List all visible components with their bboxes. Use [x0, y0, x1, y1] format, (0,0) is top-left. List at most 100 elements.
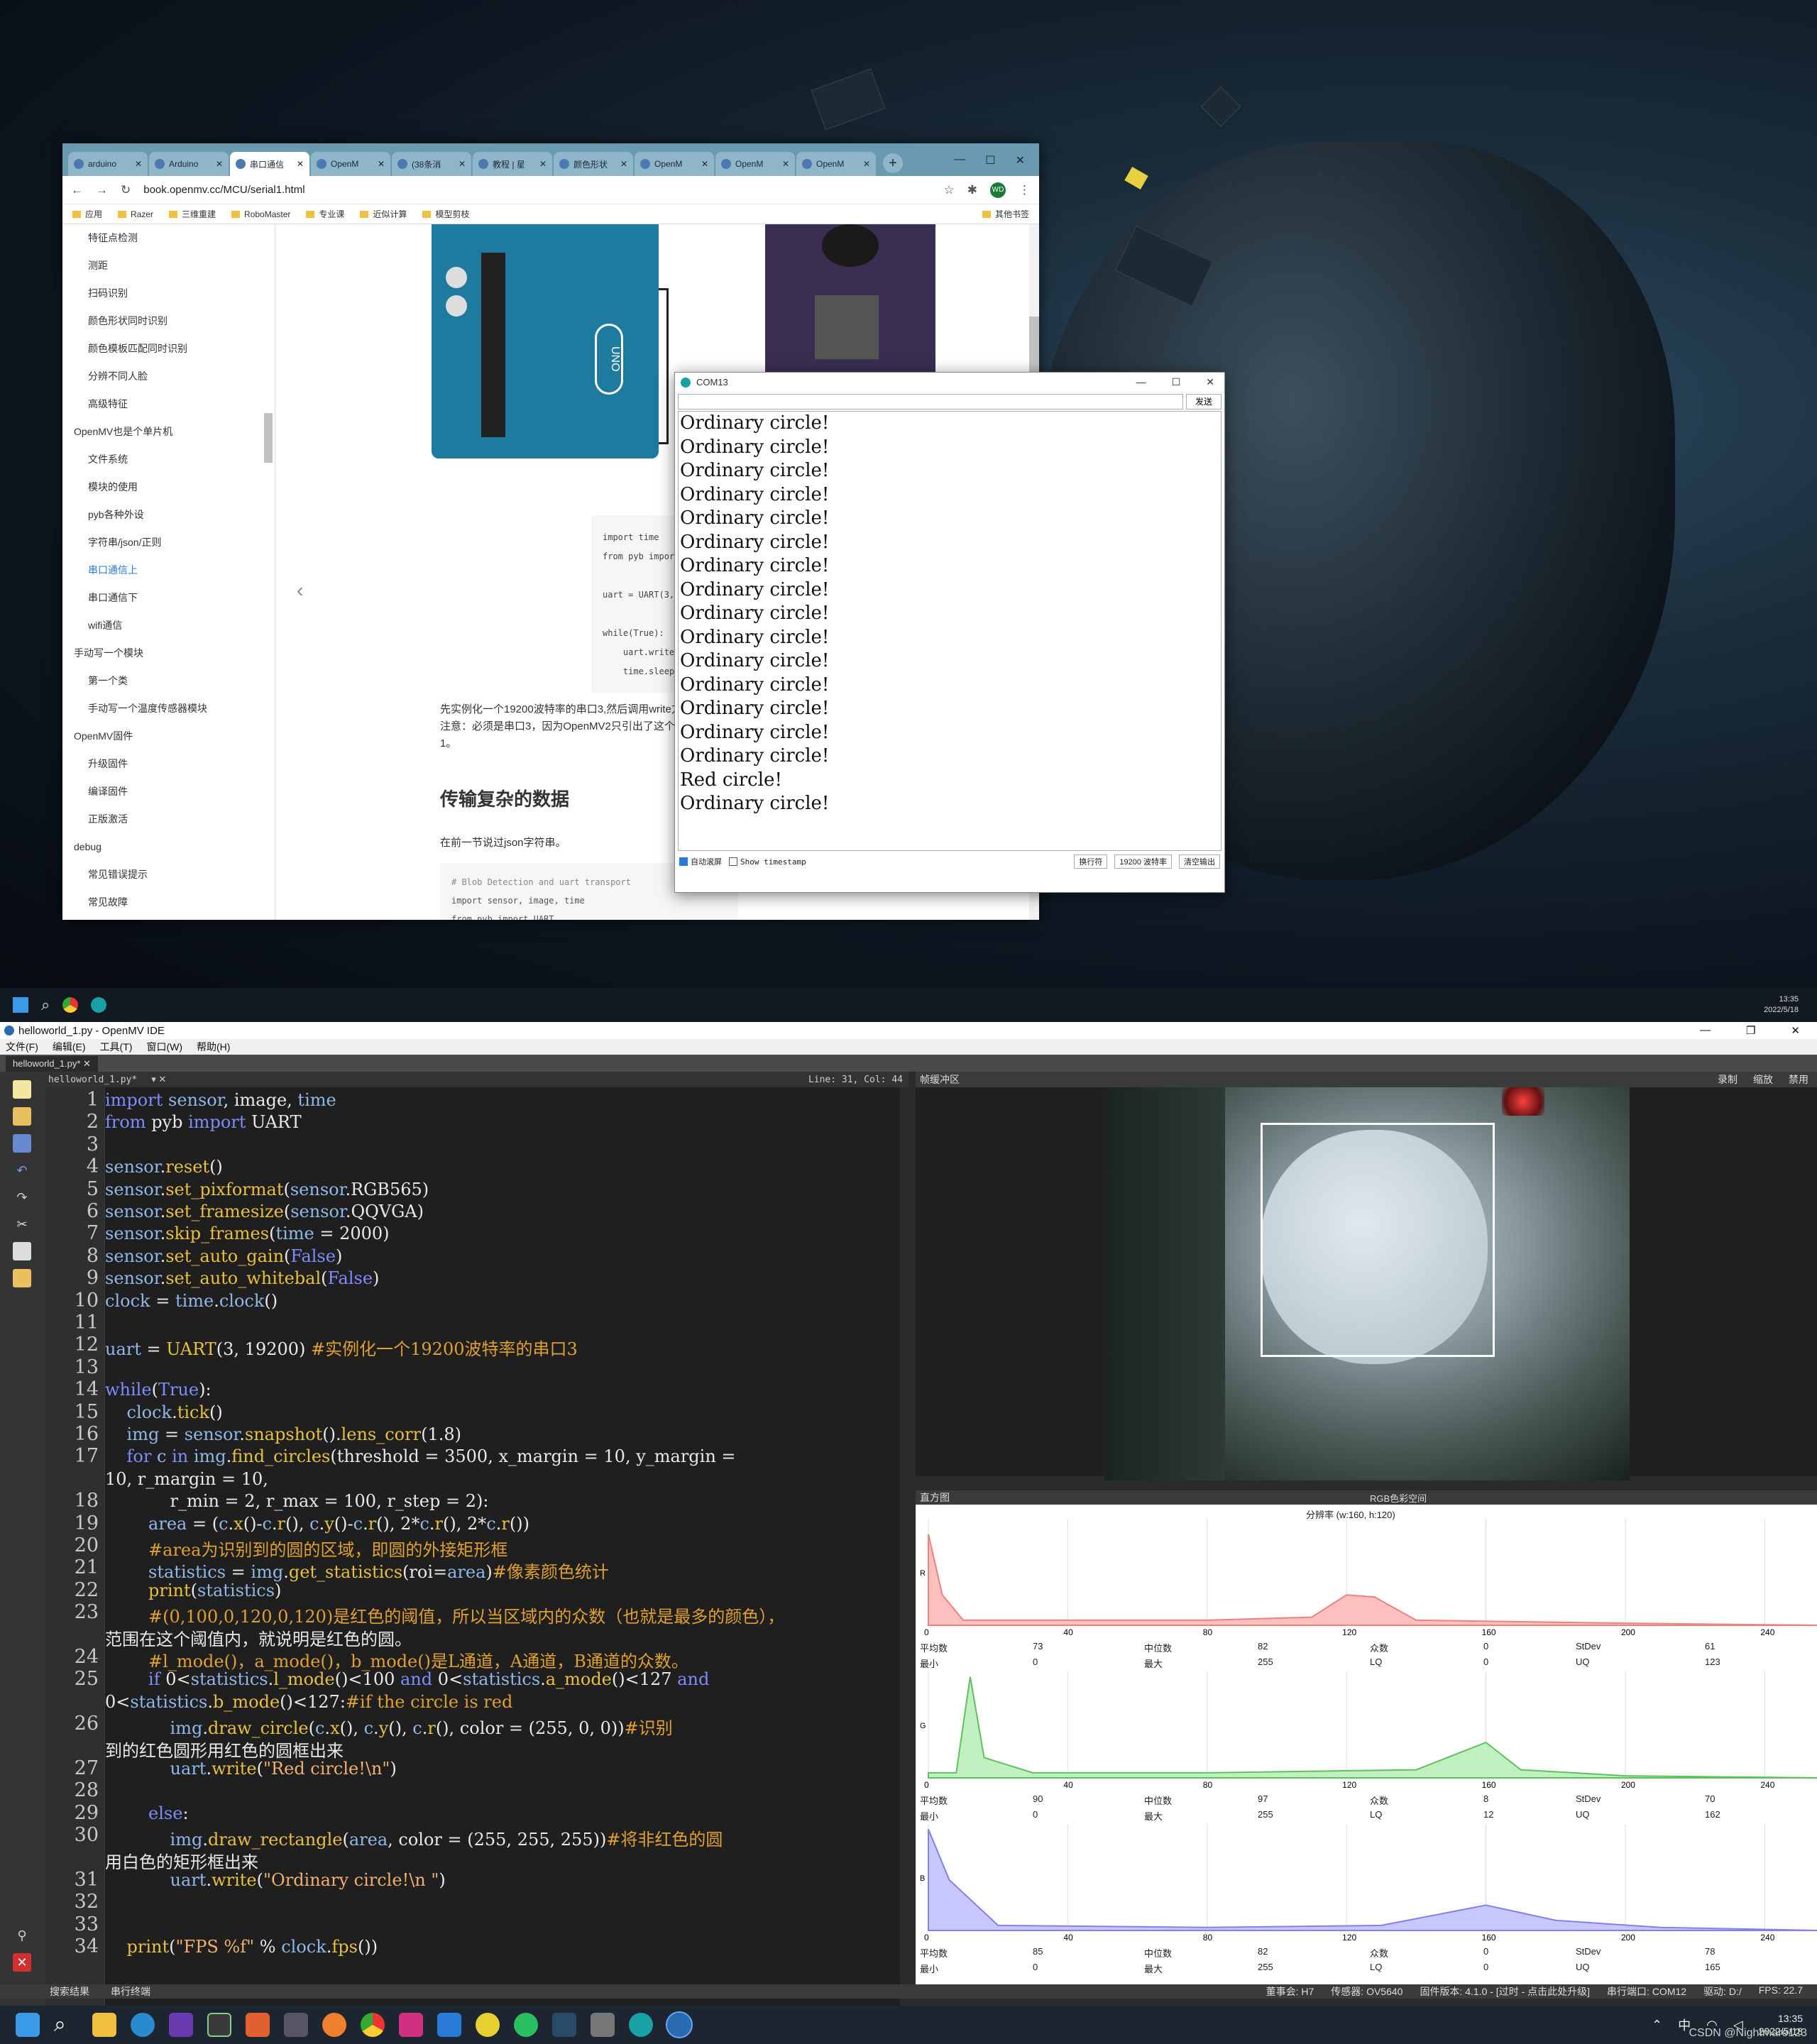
file-tab[interactable]: helloworld_1.py* ✕: [6, 1056, 98, 1072]
edge-icon[interactable]: [131, 2013, 155, 2037]
firmware-label[interactable]: 固件版本: 4.1.0 - [过时 - 点击此处升级]: [1420, 1984, 1590, 1999]
menu-item[interactable]: 文件(F): [6, 1040, 38, 1054]
maximize-button[interactable]: ☐: [1172, 376, 1181, 388]
frame-buffer-action[interactable]: 录制: [1718, 1072, 1738, 1087]
terminal-icon[interactable]: [207, 2013, 231, 2037]
code-line[interactable]: r_min = 2, r_max = 100, r_step = 2):: [105, 1491, 489, 1511]
code-line[interactable]: sensor.set_auto_gain(False): [105, 1246, 342, 1266]
browser-tab[interactable]: 颜色形状 ✕: [554, 152, 633, 176]
open-file-icon[interactable]: [13, 1107, 31, 1126]
bookmark-item[interactable]: 专业课: [306, 208, 344, 220]
url-field[interactable]: book.openmv.cc/MCU/serial1.html: [143, 184, 931, 196]
new-file-icon[interactable]: [13, 1080, 31, 1099]
other-bookmarks[interactable]: 其他书签: [982, 208, 1029, 220]
sidebar-item[interactable]: 编译固件: [62, 778, 275, 806]
search-icon[interactable]: ⌕: [41, 996, 50, 1014]
code-line[interactable]: sensor.reset(): [105, 1157, 223, 1177]
line-ending-select[interactable]: 换行符: [1074, 855, 1108, 869]
star-icon[interactable]: ☆: [944, 183, 955, 197]
sidebar-item[interactable]: 扫码识别: [62, 280, 275, 307]
sidebar-item[interactable]: 测距: [62, 252, 275, 280]
code-line[interactable]: clock = time.clock(): [105, 1291, 278, 1311]
redo-icon[interactable]: ↷: [13, 1188, 31, 1207]
sidebar-item[interactable]: 正版激活: [62, 806, 275, 833]
sidebar-item[interactable]: 常见错误提示: [62, 861, 275, 889]
serial-input[interactable]: [678, 394, 1183, 410]
chrome-icon[interactable]: [62, 997, 79, 1013]
code-line[interactable]: statistics = img.get_statistics(roi=area…: [105, 1558, 609, 1583]
sidebar-item[interactable]: 特征点检测: [62, 224, 275, 252]
sidebar-item[interactable]: OpenMV也是个单片机: [62, 418, 275, 446]
close-icon[interactable]: ✕: [539, 159, 547, 169]
browser-tab[interactable]: OpenM ✕: [715, 152, 795, 176]
back-icon[interactable]: ←: [71, 183, 83, 197]
vscode-icon[interactable]: [437, 2013, 461, 2037]
close-icon[interactable]: ✕: [620, 159, 627, 169]
forward-icon[interactable]: →: [96, 183, 108, 197]
code-line[interactable]: area = (c.x()-c.r(), c.y()-c.r(), 2*c.r(…: [105, 1514, 529, 1534]
code-line[interactable]: img.draw_rectangle(area, color = (255, 2…: [105, 1825, 723, 1850]
sidebar-item[interactable]: 串口通信上: [62, 556, 275, 584]
close-icon[interactable]: ✕: [701, 159, 708, 169]
reload-icon[interactable]: ↻: [121, 183, 131, 197]
code-line[interactable]: uart.write("Red circle!\n"): [105, 1759, 397, 1779]
windows-start-icon[interactable]: [16, 2013, 40, 2037]
browser-tab[interactable]: OpenM ✕: [311, 152, 390, 176]
send-button[interactable]: 发送: [1186, 394, 1222, 410]
bookmark-item[interactable]: 应用: [72, 208, 102, 220]
menu-item[interactable]: 帮助(H): [197, 1040, 230, 1054]
menu-item[interactable]: 编辑(E): [53, 1040, 86, 1054]
code-line[interactable]: sensor.set_auto_whitebal(False): [105, 1268, 379, 1288]
editor-file[interactable]: helloworld_1.py*: [48, 1075, 137, 1085]
browser-tab[interactable]: 串口通信 ✕: [230, 152, 309, 176]
sidebar-scrollbar[interactable]: [264, 413, 273, 463]
windows-start-icon[interactable]: [13, 997, 28, 1013]
sidebar-item[interactable]: 第一个类: [62, 667, 275, 695]
stop-icon[interactable]: ✕: [13, 1953, 31, 1972]
code-editor[interactable]: import sensor, image, time from pyb impor…: [105, 1087, 900, 2010]
menu-item[interactable]: 工具(T): [100, 1040, 133, 1054]
frame-buffer-action[interactable]: 禁用: [1789, 1072, 1808, 1087]
code-line[interactable]: 10, r_margin = 10,: [105, 1469, 268, 1489]
close-icon[interactable]: ✕: [135, 159, 142, 169]
app-icon[interactable]: [169, 2013, 193, 2037]
sidebar-item[interactable]: 常见故障: [62, 889, 275, 916]
app-icon[interactable]: [476, 2013, 500, 2037]
prev-page-arrow[interactable]: ‹: [297, 579, 303, 602]
code-line[interactable]: img.draw_circle(c.x(), c.y(), c.r(), col…: [105, 1714, 673, 1739]
code-line[interactable]: img = sensor.snapshot().lens_corr(1.8): [105, 1424, 461, 1444]
tab-serial-terminal[interactable]: 串行终端: [111, 1984, 150, 1999]
close-button[interactable]: ✕: [1206, 376, 1214, 388]
app-icon[interactable]: [591, 2013, 615, 2037]
code-line[interactable]: 范围在这个阈值内，就说明是红色的圆。: [105, 1625, 412, 1650]
chevron-up-icon[interactable]: ⌃: [1652, 2018, 1662, 2033]
clear-output-button[interactable]: 清空输出: [1179, 855, 1220, 869]
app-icon[interactable]: [246, 2013, 270, 2037]
sidebar-item[interactable]: 颜色模板匹配同时识别: [62, 335, 275, 363]
close-icon[interactable]: ✕: [863, 159, 870, 169]
code-line[interactable]: 到的红色圆形用红色的圆框出来: [105, 1737, 344, 1762]
menu-item[interactable]: 窗口(W): [146, 1040, 182, 1054]
sidebar-item[interactable]: 字符串/json/正则: [62, 529, 275, 556]
maximize-button[interactable]: ☐: [985, 153, 995, 167]
sidebar-item[interactable]: 颜色形状同时识别: [62, 307, 275, 335]
browser-tab[interactable]: arduino ✕: [68, 152, 148, 176]
code-line[interactable]: else:: [105, 1803, 189, 1823]
code-line[interactable]: uart.write("Ordinary circle!\n "): [105, 1870, 446, 1890]
code-line[interactable]: while(True):: [105, 1380, 212, 1400]
close-icon[interactable]: ▾ ✕: [151, 1074, 166, 1085]
tab-search-results[interactable]: 搜索结果: [50, 1984, 89, 1999]
browser-tab[interactable]: 教程 | 星 ✕: [473, 152, 552, 176]
sidebar-item[interactable]: 串口通信下: [62, 584, 275, 612]
code-line[interactable]: #area为识别到的圆的区域，即圆的外接矩形框: [105, 1536, 507, 1561]
app-icon[interactable]: [322, 2013, 346, 2037]
minimize-button[interactable]: —: [954, 153, 965, 167]
sidebar-item[interactable]: pyb各种外设: [62, 501, 275, 529]
close-icon[interactable]: ✕: [378, 159, 385, 169]
browser-tab[interactable]: Arduino ✕: [149, 152, 229, 176]
code-line[interactable]: uart = UART(3, 19200) #实例化一个19200波特率的串口3: [105, 1335, 578, 1360]
close-icon[interactable]: ✕: [216, 159, 223, 169]
copy-icon[interactable]: [13, 1242, 31, 1260]
frame-buffer-action[interactable]: 缩放: [1753, 1072, 1773, 1087]
openmv-taskbar-icon[interactable]: [666, 2011, 693, 2038]
